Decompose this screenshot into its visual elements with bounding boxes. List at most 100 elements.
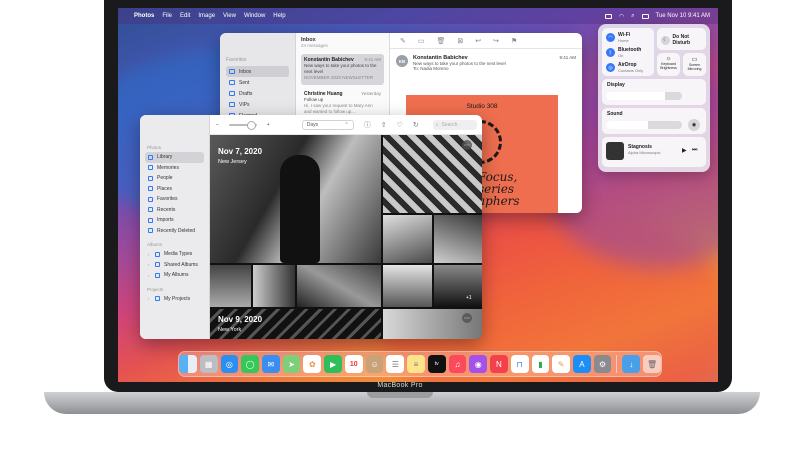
photo-thumbnail[interactable] (253, 265, 295, 307)
dock-podcasts-icon[interactable]: ◉ (469, 355, 488, 373)
compose-icon[interactable]: ✎ (400, 37, 406, 45)
trash-icon[interactable]: 🗑 (437, 37, 446, 45)
share-icon[interactable]: ⇪ (381, 121, 387, 129)
screen-mirroring-button[interactable]: ▭ Screen Mirroring (683, 53, 706, 76)
junk-icon[interactable]: ⊠ (457, 37, 463, 45)
dock-messages-icon[interactable]: ◯ (241, 355, 259, 373)
airdrop-toggle[interactable]: ◎ AirDrop Contacts Only (606, 62, 643, 73)
skip-forward-icon[interactable]: ⏭ (692, 147, 697, 154)
dock-keynote-icon[interactable]: ⊓ (510, 355, 529, 373)
sidebar-item-memories[interactable]: Memories (145, 163, 204, 174)
zoom-in-icon[interactable]: + (267, 122, 270, 128)
menu-image[interactable]: Image (198, 13, 215, 19)
dock-system-preferences-icon[interactable]: ⚙ (593, 355, 612, 373)
sidebar-item-sent[interactable]: Sent (226, 77, 289, 88)
sidebar-item-my-projects[interactable]: › My Projects (145, 294, 204, 305)
bluetooth-toggle[interactable]: ᛒ Bluetooth On (606, 47, 641, 58)
dock-photos-icon[interactable]: ✿ (303, 355, 322, 373)
zoom-slider[interactable] (228, 120, 257, 130)
dock-notes-icon[interactable]: ≡ (407, 355, 425, 373)
dock-tv-icon[interactable]: tv (427, 355, 446, 373)
zoom-out-icon[interactable]: – (216, 122, 219, 128)
sidebar-item-recently-deleted[interactable]: Recently Deleted (145, 226, 204, 237)
dock-maps-icon[interactable]: ➤ (282, 355, 301, 373)
message-time: Yesterday (361, 91, 381, 96)
dock-downloads-icon[interactable]: ↓ (622, 355, 641, 373)
info-icon[interactable]: ⓘ (364, 120, 371, 130)
wifi-toggle[interactable]: ◠ Wi-Fi Home (606, 32, 630, 43)
flag-icon[interactable]: ⚑ (511, 37, 517, 45)
sidebar-item-people[interactable]: People (145, 173, 204, 184)
dock-contacts-icon[interactable]: ☺ (365, 355, 384, 373)
dock-calendar-icon[interactable]: 10 (344, 355, 363, 373)
battery-icon[interactable] (604, 13, 612, 19)
day-location: New Jersey (218, 159, 247, 165)
sidebar-item-vips[interactable]: VIPs (226, 99, 289, 110)
dock-facetime-icon[interactable]: ▶ (324, 355, 342, 373)
rotate-icon[interactable]: ↻ (413, 121, 419, 129)
volume-slider[interactable] (606, 121, 682, 129)
sidebar-item-library[interactable]: Library (145, 152, 204, 163)
dock-finder-icon[interactable] (179, 355, 197, 373)
search-icon[interactable]: ⌕ (631, 13, 634, 20)
dock-music-icon[interactable]: ♫ (448, 355, 467, 373)
menu-view[interactable]: View (223, 13, 236, 19)
view-select[interactable]: Days ⌃ (301, 119, 354, 130)
menu-file[interactable]: File (162, 13, 172, 19)
sidebar-item-favorites[interactable]: Favorites (145, 194, 204, 205)
menu-window[interactable]: Window (244, 13, 265, 19)
keyboard-brightness-button[interactable]: ☼ Keyboard Brightness (657, 53, 680, 76)
message-item[interactable]: Konstantin Babichev 9:41 AM New ways to t… (301, 54, 384, 85)
photo-thumbnail[interactable] (210, 309, 381, 339)
sidebar-item-shared-albums[interactable]: › Shared Albums (145, 260, 204, 271)
dock-numbers-icon[interactable]: ▮ (531, 355, 550, 373)
dock-app-store-icon[interactable]: A (573, 355, 591, 373)
macbook: Photos File Edit Image View Window Help … (0, 0, 800, 450)
sidebar-item-label: Library (157, 154, 173, 161)
dock-mail-icon[interactable]: ✉ (262, 355, 280, 373)
sidebar-item-label: Places (157, 185, 173, 192)
airdrop-icon: ◎ (606, 63, 615, 72)
play-icon[interactable]: ▶ (682, 147, 687, 154)
photo-thumbnail[interactable] (297, 265, 381, 307)
more-options-button[interactable]: ⋯ (462, 140, 472, 150)
sidebar-section-favorites: Favorites (226, 57, 247, 63)
screen-mirroring-label: Screen Mirroring (687, 63, 702, 71)
photo-thumbnail[interactable] (383, 265, 432, 307)
sidebar-item-inbox[interactable]: Inbox (226, 66, 289, 77)
menu-help[interactable]: Help (273, 13, 285, 19)
menu-edit[interactable]: Edit (180, 13, 190, 19)
sidebar-item-drafts[interactable]: Drafts (226, 88, 289, 99)
menu-clock[interactable]: Tue Nov 10 9:41 AM (656, 13, 710, 19)
dock-news-icon[interactable]: N (490, 355, 508, 373)
reply-icon[interactable]: ↩ (475, 37, 481, 45)
message-preview: Hi, I saw your request to Mary Ann and w… (304, 103, 373, 114)
heart-icon[interactable]: ♡ (397, 121, 403, 129)
more-options-button[interactable]: ⋯ (462, 313, 472, 323)
sidebar-item-places[interactable]: Places (145, 184, 204, 195)
sidebar-item-imports[interactable]: Imports (145, 215, 204, 226)
photo-thumbnail[interactable] (434, 215, 482, 263)
search-input[interactable]: ⌕ Search (432, 119, 477, 130)
archive-icon[interactable]: ▭ (418, 37, 425, 45)
dock-launchpad-icon[interactable]: ▦ (199, 355, 218, 373)
photo-thumbnail[interactable] (210, 265, 251, 307)
dnd-toggle[interactable]: ☾ Do Not Disturb (657, 28, 706, 50)
forward-icon[interactable]: ↪ (493, 37, 499, 45)
photo-thumbnail[interactable] (383, 215, 432, 263)
menu-app-name[interactable]: Photos (134, 13, 154, 19)
dock-pages-icon[interactable]: ✎ (552, 355, 571, 373)
sidebar-item-media-types[interactable]: › Media Types (145, 249, 204, 260)
sound-module: Sound ◉ (602, 108, 706, 134)
control-center-icon[interactable] (641, 13, 649, 19)
photo-thumbnail[interactable] (434, 265, 482, 307)
dock-safari-icon[interactable]: ◎ (220, 355, 239, 373)
dock-trash-icon[interactable]: 🗑 (643, 355, 661, 373)
sidebar-item-recents[interactable]: Recents (145, 205, 204, 216)
sidebar-item-my-albums[interactable]: › My Albums (145, 270, 204, 281)
wifi-icon[interactable]: ◠ (619, 13, 624, 20)
airplay-icon[interactable]: ◉ (688, 119, 700, 131)
display-brightness-slider[interactable] (606, 92, 682, 100)
keyboard-brightness-label: Keyboard Brightness (660, 62, 677, 70)
dock-reminders-icon[interactable]: ☰ (386, 355, 405, 373)
